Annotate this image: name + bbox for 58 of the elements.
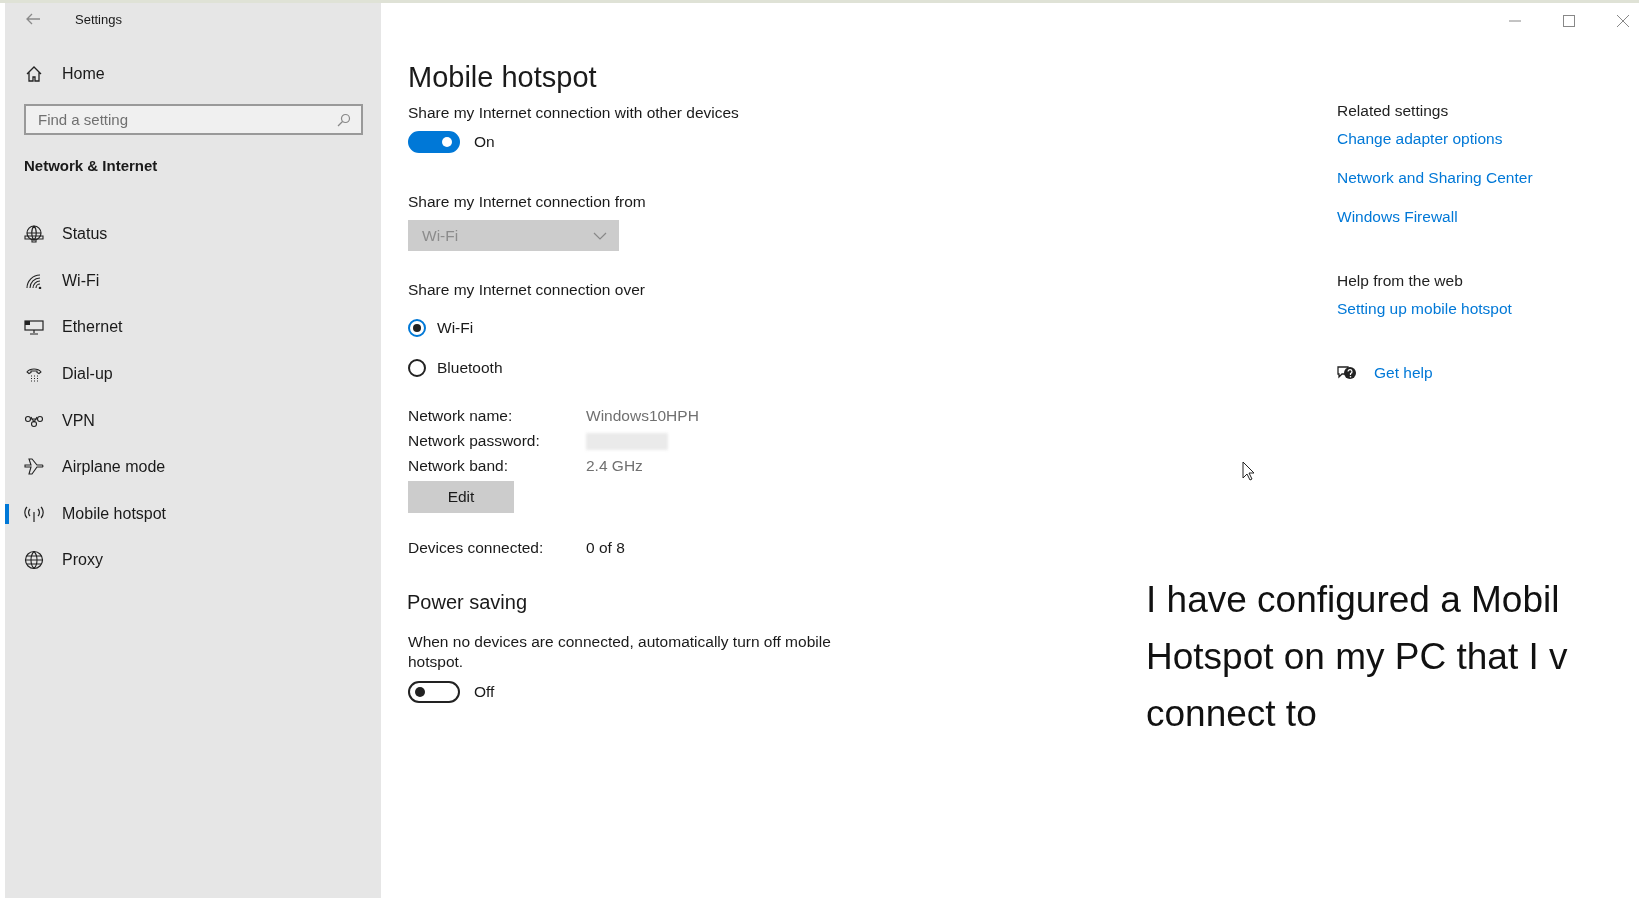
search-field[interactable]: Find a setting bbox=[24, 104, 363, 135]
antenna-icon bbox=[24, 504, 44, 523]
nav-item[interactable]: Airplane mode bbox=[5, 443, 363, 491]
toggle-state: On bbox=[474, 133, 495, 151]
ethernet-icon bbox=[24, 319, 44, 336]
setting-label: Share my Internet connection with other devices bbox=[408, 104, 740, 122]
side-heading: Related settings bbox=[1337, 102, 1449, 120]
back-arrow-icon[interactable] bbox=[25, 13, 41, 25]
related-link[interactable]: Change adapter options bbox=[1337, 130, 1503, 148]
toggle-state: Off bbox=[474, 683, 495, 701]
setting-description: When no devices are connected, automatically turn off mobile hotspot. bbox=[408, 632, 832, 672]
airplane-icon bbox=[24, 458, 44, 477]
home-nav-item[interactable]: Home bbox=[5, 55, 363, 93]
related-link[interactable]: Windows Firewall bbox=[1337, 208, 1458, 226]
mouse-pointer-icon bbox=[1242, 461, 1256, 481]
phone-icon bbox=[24, 366, 44, 383]
edit-button[interactable]: Edit bbox=[408, 481, 514, 513]
radio-button[interactable] bbox=[408, 359, 426, 377]
radio-button[interactable] bbox=[408, 319, 426, 337]
setting-label: Share my Internet connection from bbox=[408, 193, 647, 211]
detail-label: Network password: bbox=[408, 432, 540, 450]
nav-item[interactable]: Ethernet bbox=[5, 304, 363, 351]
detail-label: Network band: bbox=[408, 457, 508, 475]
nav-item[interactable]: VPN bbox=[5, 397, 363, 444]
detail-value: Windows10HPH bbox=[586, 407, 699, 425]
home-icon bbox=[24, 65, 44, 83]
window-title: Settings bbox=[75, 11, 122, 27]
nav-item[interactable]: Status bbox=[5, 211, 363, 258]
annotation-text: I have configured a Mobil Hotspot on my PC that I v connect to bbox=[1146, 578, 1568, 736]
vpn-icon bbox=[24, 413, 44, 428]
nav-item[interactable]: Proxy bbox=[5, 537, 363, 584]
wifi-icon bbox=[24, 272, 44, 289]
section-heading: Network & Internet bbox=[23, 156, 159, 176]
detail-label: Network name: bbox=[408, 407, 513, 425]
get-help-link[interactable]: Get help bbox=[1374, 364, 1433, 382]
close-icon[interactable] bbox=[1617, 15, 1629, 27]
help-link[interactable]: Setting up mobile hotspot bbox=[1337, 300, 1512, 318]
nav-item[interactable]: Wi-Fi bbox=[5, 257, 363, 305]
detail-label: Devices connected: bbox=[408, 539, 544, 557]
radio-option[interactable]: Bluetooth bbox=[408, 359, 1308, 377]
chat-question-icon bbox=[1337, 364, 1357, 382]
toggle-switch[interactable] bbox=[408, 131, 460, 153]
section-title: Power saving bbox=[407, 591, 528, 614]
detail-value: 2.4 GHz bbox=[586, 457, 643, 475]
side-heading: Help from the web bbox=[1337, 272, 1463, 290]
detail-value: 0 of 8 bbox=[586, 539, 625, 557]
related-link[interactable]: Network and Sharing Center bbox=[1337, 169, 1533, 187]
toggle-switch[interactable] bbox=[408, 681, 460, 703]
nav-item[interactable]: Dial-up bbox=[5, 350, 363, 398]
radio-option[interactable]: Wi-Fi bbox=[408, 319, 1308, 337]
setting-label: Share my Internet connection over bbox=[408, 281, 646, 299]
globe-monitor-icon bbox=[24, 225, 44, 244]
page-title: Mobile hotspot bbox=[408, 61, 598, 94]
maximize-icon[interactable] bbox=[1563, 15, 1575, 27]
chevron-down-icon bbox=[593, 231, 607, 240]
globe-icon bbox=[24, 550, 44, 571]
search-icon bbox=[337, 113, 351, 127]
nav-item[interactable]: Mobile hotspot bbox=[5, 490, 363, 538]
